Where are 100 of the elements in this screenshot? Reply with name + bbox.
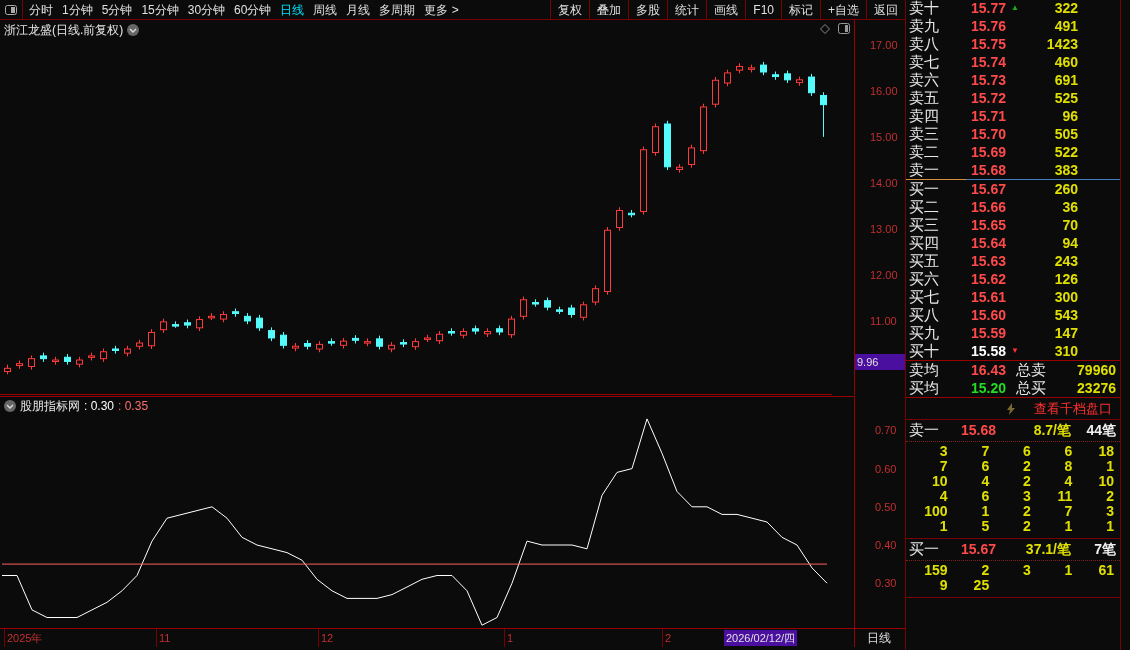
order-level-label: 买三 [908,216,940,234]
queued-order: 1 [938,519,948,534]
queued-order: 3 [1022,563,1031,578]
axis-label: 2 [662,629,672,647]
candlestick [580,301,587,321]
order-volume: 310 [1053,341,1078,361]
order-level-label: 卖十 [908,0,940,17]
queued-order: 2 [1022,459,1031,474]
axis-label: 0.70 [874,423,897,439]
order-price: 15.65 [971,215,1008,235]
order-price: 15.62 [971,269,1008,289]
period-tab[interactable]: 周线 [313,0,338,19]
toolbar-button[interactable]: 标记 [781,0,820,20]
chevron-down-icon[interactable] [127,24,140,36]
order-volume: 383 [1053,160,1078,180]
period-tab[interactable]: 更多 > [424,0,459,19]
queued-order: 3 [938,444,948,459]
order-volume: 94 [1061,233,1078,253]
candlestick [520,296,527,321]
average-price: 15.20 [971,378,1008,398]
period-tab[interactable]: 15分钟 [141,0,179,19]
period-tab[interactable]: 分时 [29,0,53,19]
queued-order: 6 [980,489,990,504]
queued-order: 159 [923,563,948,578]
order-price: 15.75 [971,34,1008,54]
toolbar-button[interactable]: 复权 [550,0,590,20]
axis-label: 12.00 [869,267,898,283]
toolbar-button[interactable]: F10 [745,0,781,20]
axis-label: 11 [156,629,171,647]
period-tab[interactable]: 1分钟 [62,0,93,19]
order-price: 15.66 [971,197,1008,217]
queued-order: 7 [938,459,948,474]
queued-order: 1 [1063,563,1073,578]
order-level-label: 买六 [908,270,940,288]
queued-order: 1 [1063,519,1073,534]
order-volume: 491 [1053,16,1078,36]
order-volume: 1423 [1045,34,1078,54]
panel-icon[interactable] [838,23,850,34]
queued-order: 2 [1105,489,1114,504]
toolbar-button[interactable]: 统计 [667,0,707,20]
queue-price: 15.68 [961,421,998,440]
toolbar-button[interactable]: 多股 [628,0,668,20]
queued-order: 2 [1022,474,1031,489]
order-volume: 300 [1053,287,1078,307]
summary-label: 总卖 [1016,359,1047,380]
queued-order: 6 [980,459,990,474]
order-level-label: 买七 [908,288,940,306]
period-tab[interactable]: 月线 [346,0,371,19]
order-level-label: 卖四 [908,107,940,125]
order-volume: 126 [1053,269,1078,289]
toolbar-button[interactable]: +自选 [820,0,866,20]
order-level-label: 买八 [908,306,940,324]
queued-order: 1 [1105,519,1114,534]
toolbar-button[interactable]: 画线 [706,0,746,20]
queued-order: 4 [980,474,990,489]
order-volume: 525 [1053,88,1078,108]
order-price: 15.64 [971,233,1008,253]
axis-label: 11.00 [869,313,897,329]
period-tab[interactable]: 日线 [280,0,305,19]
axis-label: 0.60 [874,461,897,477]
order-volume: 691 [1053,70,1078,90]
axis-label: 14.00 [869,175,898,191]
axis-label: 16.00 [869,83,898,99]
period-tab[interactable]: 30分钟 [187,0,226,19]
queued-order: 2 [1022,504,1031,519]
order-price: 15.70 [971,124,1008,144]
order-price: 15.72 [971,88,1008,108]
order-level-label: 卖五 [908,89,940,107]
queued-order: 6 [1022,444,1031,459]
chevron-down-icon[interactable] [4,400,16,412]
total-volume: 79960 [1076,360,1116,380]
order-volume: 543 [1053,305,1078,325]
depth-view-link[interactable]: 查看千档盘口 [1034,398,1112,419]
price-label: 9.96 [855,354,905,370]
order-price: 15.71 [971,106,1008,126]
order-level-label: 买二 [908,198,940,216]
order-volume: 36 [1061,197,1078,217]
order-count: 7笔 [1093,540,1116,559]
arrow-icon: ▲ [1011,3,1019,13]
candlestick [508,315,515,339]
total-volume: 23276 [1076,378,1116,398]
queued-order: 8 [1063,459,1073,474]
panel-icon [5,4,17,15]
order-price: 15.59 [971,323,1008,343]
queued-order: 6 [1063,444,1073,459]
order-level-label: 卖九 [908,17,940,35]
order-price: 15.67 [971,179,1008,199]
average-per-order: 37.1/笔 [1024,540,1071,559]
period-tab[interactable]: 多周期 [379,0,416,19]
queued-order: 1 [980,504,990,519]
period-tab[interactable]: 5分钟 [101,0,133,19]
summary-label: 卖均 [908,359,940,380]
queue-price: 15.67 [961,540,998,559]
order-price: 15.58 [971,341,1008,361]
period-tab[interactable]: 60分钟 [234,0,272,19]
toolbar-button[interactable]: 叠加 [589,0,629,20]
order-volume: 505 [1053,124,1078,144]
queued-order: 18 [1097,444,1114,459]
order-volume: 322 [1053,0,1078,18]
candlestick [688,144,695,169]
